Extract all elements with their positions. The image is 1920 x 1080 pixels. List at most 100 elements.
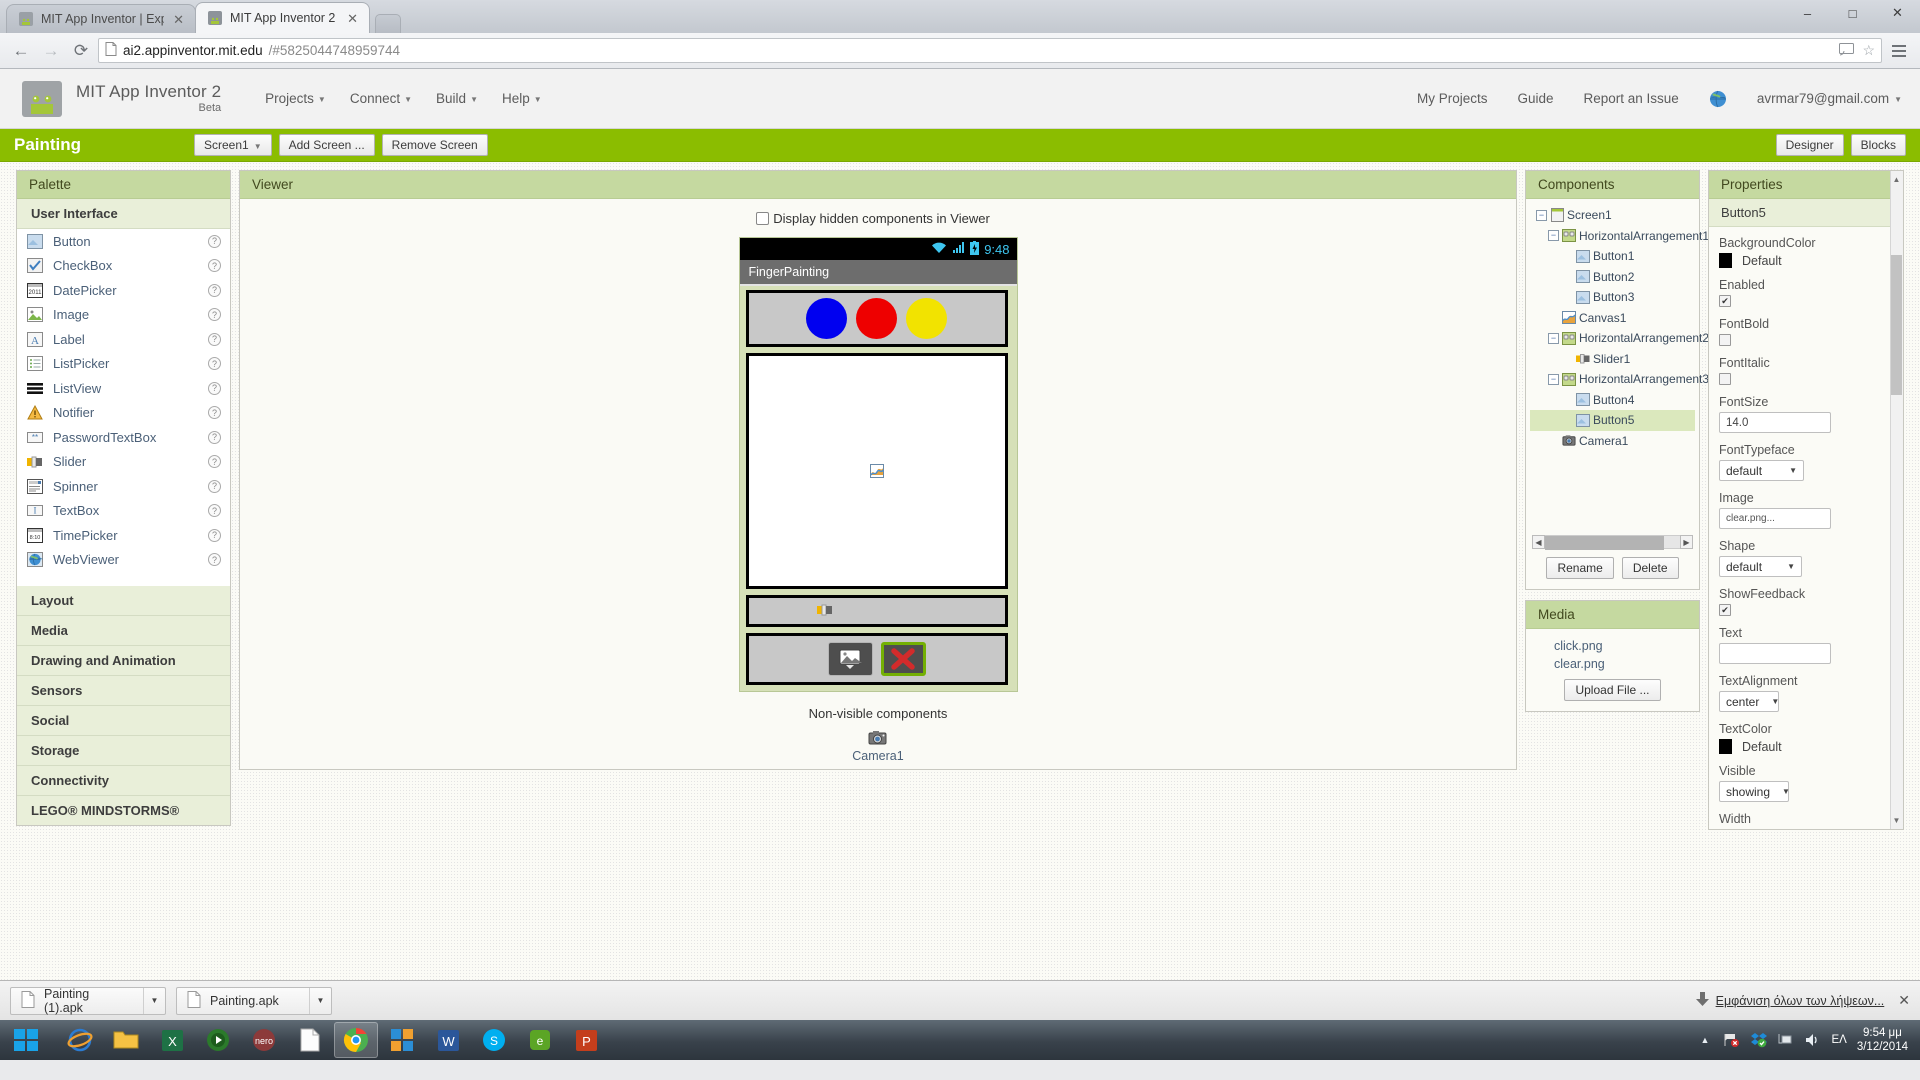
menu-projects[interactable]: Projects ▼ <box>265 91 326 106</box>
help-icon[interactable]: ? <box>208 430 221 444</box>
link-my-projects[interactable]: My Projects <box>1417 91 1488 106</box>
properties-scrollbar[interactable]: ▲ ▼ <box>1890 171 1903 829</box>
horizontal-arrangement-1[interactable] <box>745 290 1008 347</box>
property-input-image[interactable]: clear.png... <box>1719 508 1831 529</box>
powerpoint-icon[interactable]: P <box>564 1022 608 1058</box>
window-close-button[interactable]: ✕ <box>1875 0 1920 26</box>
excel-icon[interactable]: X <box>150 1022 194 1058</box>
help-icon[interactable]: ? <box>208 553 221 567</box>
help-icon[interactable]: ? <box>208 332 221 346</box>
palette-section-layout[interactable]: Layout <box>17 586 230 616</box>
property-checkbox-fontbold[interactable] <box>1719 334 1731 346</box>
property-textcolor[interactable]: Default <box>1719 739 1893 754</box>
help-icon[interactable]: ? <box>208 283 221 297</box>
tree-item-slider1[interactable]: Slider1 <box>1530 349 1695 370</box>
property-checkbox-fontitalic[interactable] <box>1719 373 1731 385</box>
button5-clear[interactable] <box>880 642 926 676</box>
blocks-button[interactable]: Blocks <box>1850 134 1906 156</box>
show-hidden-icons[interactable]: ▲ <box>1696 1032 1713 1049</box>
close-icon[interactable]: ✕ <box>171 13 186 26</box>
palette-section-social[interactable]: Social <box>17 706 230 736</box>
clock[interactable]: 9:54 μμ 3/12/2014 <box>1857 1026 1908 1055</box>
palette-item-textbox[interactable]: I TextBox ? <box>17 499 230 524</box>
palette-item-spinner[interactable]: Spinner ? <box>17 474 230 499</box>
scrollbar-track[interactable] <box>1545 535 1680 550</box>
property-select-visible[interactable]: showing ▼ <box>1719 781 1790 802</box>
media-file-clear[interactable]: clear.png <box>1526 655 1699 673</box>
palette-item-webviewer[interactable]: WebViewer ? <box>17 548 230 573</box>
close-icon[interactable]: ✕ <box>345 12 360 25</box>
slider1[interactable] <box>816 602 833 620</box>
palette-item-checkbox[interactable]: CheckBox ? <box>17 254 230 279</box>
language-indicator[interactable]: ΕΛ <box>1831 1034 1846 1046</box>
file-explorer-icon[interactable] <box>104 1022 148 1058</box>
screen-selector[interactable]: Screen1 ▼ <box>194 134 272 156</box>
chrome-icon[interactable] <box>334 1022 378 1058</box>
download-item-1[interactable]: Painting (1).apk ▼ <box>10 986 166 1015</box>
menu-help[interactable]: Help ▼ <box>502 91 542 106</box>
dropbox-icon[interactable] <box>1750 1032 1768 1049</box>
palette-item-slider[interactable]: Slider ? <box>17 450 230 475</box>
help-icon[interactable]: ? <box>208 455 221 469</box>
scroll-up-icon[interactable]: ▲ <box>1891 173 1902 186</box>
nonvisible-component-camera1[interactable]: Camera1 <box>852 730 904 763</box>
tree-item-horizontalarrangement1[interactable]: − HorizontalArrangement1 <box>1530 226 1709 247</box>
media-file-click[interactable]: click.png <box>1526 637 1699 655</box>
collapse-icon[interactable]: − <box>1536 209 1547 221</box>
help-icon[interactable]: ? <box>208 259 221 273</box>
internet-explorer-icon[interactable] <box>58 1022 102 1058</box>
account-menu[interactable]: avrmar79@gmail.com ▼ <box>1757 91 1902 106</box>
menu-build[interactable]: Build ▼ <box>436 91 478 106</box>
palette-item-label[interactable]: A Label ? <box>17 327 230 352</box>
property-input-fontsize[interactable]: 14.0 <box>1719 412 1831 433</box>
palette-section-connectivity[interactable]: Connectivity <box>17 766 230 796</box>
scroll-down-icon[interactable]: ▼ <box>1891 814 1902 827</box>
button2-red[interactable] <box>856 298 897 339</box>
collapse-icon[interactable]: − <box>1548 332 1559 344</box>
palette-item-listpicker[interactable]: ListPicker ? <box>17 352 230 377</box>
help-icon[interactable]: ? <box>208 357 221 371</box>
maximize-button[interactable]: □ <box>1830 0 1875 26</box>
chevron-down-icon[interactable]: ▼ <box>143 987 165 1014</box>
help-icon[interactable]: ? <box>208 479 221 493</box>
link-guide[interactable]: Guide <box>1517 91 1553 106</box>
palette-item-listview[interactable]: ListView ? <box>17 376 230 401</box>
palette-section-lego-mindstorms[interactable]: LEGO® MINDSTORMS® <box>17 796 230 825</box>
tree-item-horizontalarrangement3[interactable]: − HorizontalArrangement3 <box>1530 369 1709 390</box>
browser-tab-2[interactable]: MIT App Inventor 2 ✕ <box>195 2 370 33</box>
address-bar[interactable]: ai2.appinventor.mit.edu /#582504474895974… <box>98 38 1882 63</box>
horizontal-arrangement-3[interactable] <box>745 633 1008 685</box>
close-downloads-bar-icon[interactable]: ✕ <box>1898 992 1910 1009</box>
palette-item-datepicker[interactable]: 2011 DatePicker ? <box>17 278 230 303</box>
tree-item-canvas1[interactable]: Canvas1 <box>1530 308 1695 329</box>
designer-button[interactable]: Designer <box>1775 134 1844 156</box>
property-select-shape[interactable]: default ▼ <box>1719 556 1802 577</box>
notepad-icon[interactable] <box>288 1022 332 1058</box>
property-checkbox-showfeedback[interactable]: ✔ <box>1719 604 1731 616</box>
globe-icon[interactable] <box>1709 90 1727 108</box>
skype-icon[interactable]: S <box>472 1022 516 1058</box>
start-button[interactable] <box>0 1020 52 1060</box>
button3-yellow[interactable] <box>906 298 947 339</box>
tree-item-camera1[interactable]: Camera1 <box>1530 431 1695 452</box>
rename-button[interactable]: Rename <box>1546 557 1614 579</box>
collapse-icon[interactable]: − <box>1548 230 1559 242</box>
tree-item-button4[interactable]: Button4 <box>1530 390 1695 411</box>
palette-item-button[interactable]: Button ? <box>17 229 230 254</box>
scrollbar-thumb[interactable] <box>1545 536 1664 550</box>
forward-icon[interactable]: → <box>38 38 64 64</box>
scroll-right-icon[interactable]: ▶ <box>1680 535 1693 549</box>
cast-icon[interactable] <box>1839 42 1855 59</box>
palette-section-storage[interactable]: Storage <box>17 736 230 766</box>
evernote-icon[interactable]: e <box>518 1022 562 1058</box>
tree-item-screen1[interactable]: − Screen1 <box>1530 205 1695 226</box>
reload-icon[interactable]: ⟳ <box>68 38 94 64</box>
word-icon[interactable]: W <box>426 1022 470 1058</box>
bookmark-star-icon[interactable]: ☆ <box>1862 42 1875 59</box>
chrome-menu-icon[interactable] <box>1886 38 1912 64</box>
palette-item-notifier[interactable]: Notifier ? <box>17 401 230 426</box>
chevron-down-icon[interactable]: ▼ <box>309 987 331 1014</box>
components-horizontal-scrollbar[interactable]: ◀ ▶ <box>1532 535 1693 550</box>
property-select-fonttypeface[interactable]: default ▼ <box>1719 460 1804 481</box>
network-error-icon[interactable] <box>1723 1032 1740 1049</box>
